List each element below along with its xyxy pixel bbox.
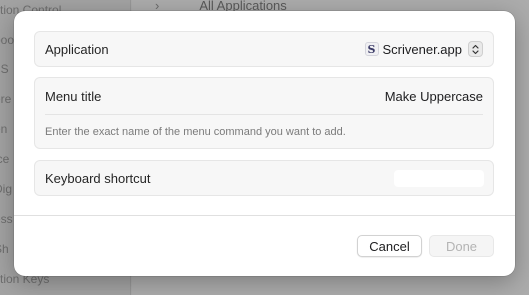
done-button[interactable]: Done	[429, 235, 494, 257]
application-row: Application S Scrivener.app	[34, 31, 494, 67]
menu-title-label: Menu title	[45, 89, 102, 104]
divider	[45, 114, 483, 115]
keyboard-shortcut-label: Keyboard shortcut	[45, 171, 151, 186]
menu-title-hint: Enter the exact name of the menu command…	[45, 126, 346, 138]
footer-divider	[14, 215, 515, 216]
keyboard-shortcut-field[interactable]	[394, 170, 484, 187]
background-sidebar-item: t S	[0, 62, 9, 76]
menu-title-input[interactable]: Make Uppercase	[385, 89, 483, 104]
add-shortcut-sheet: Application S Scrivener.app Menu title M…	[14, 11, 515, 276]
application-popup[interactable]: S Scrivener.app	[364, 39, 483, 59]
background-sidebar-item: Sh	[0, 242, 9, 256]
background-sidebar-item: ere	[0, 92, 12, 106]
cancel-button[interactable]: Cancel	[357, 235, 422, 257]
scrivener-app-icon: S	[364, 42, 379, 56]
application-popup-value: Scrivener.app	[382, 41, 463, 57]
updown-chevron-icon	[468, 41, 483, 57]
application-label: Application	[45, 42, 109, 57]
background-sidebar-item: ess	[0, 212, 13, 226]
keyboard-shortcut-row: Keyboard shortcut	[34, 160, 494, 196]
background-sidebar-item: boo	[0, 33, 15, 47]
menu-title-row: Menu title Make Uppercase Enter the exac…	[34, 77, 494, 149]
background-sidebar-item: Dig	[0, 182, 13, 196]
background-sidebar-item: en	[0, 122, 8, 136]
background-sidebar-item: ice	[0, 152, 10, 166]
